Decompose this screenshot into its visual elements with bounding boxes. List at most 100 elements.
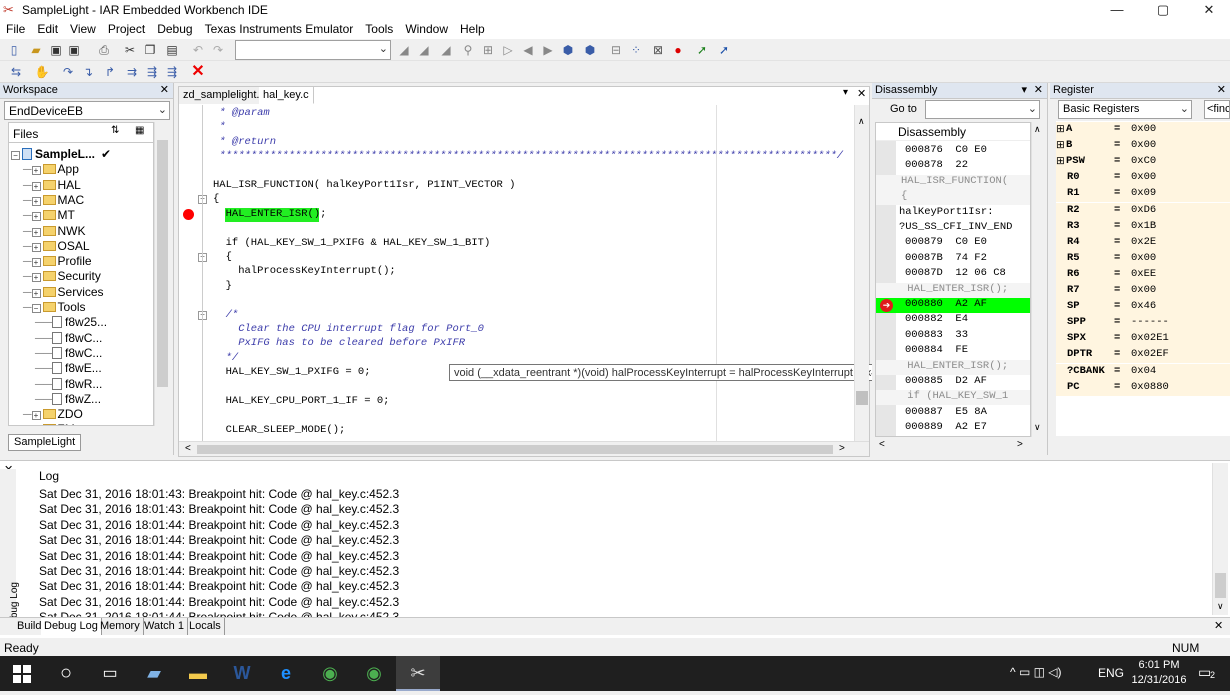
tab-zd-samplelight[interactable]: zd_samplelight.c bbox=[179, 87, 270, 104]
scroll-down-icon[interactable]: ∨ bbox=[1034, 422, 1041, 433]
step-over-icon[interactable]: ↷ bbox=[60, 64, 76, 80]
next-statement-icon[interactable]: ⇉ bbox=[124, 64, 140, 80]
close-icon[interactable]: ✕ bbox=[1217, 83, 1226, 96]
new-file-icon[interactable]: ▯ bbox=[6, 42, 22, 58]
register-row[interactable]: R6 = 0xEE bbox=[1056, 266, 1230, 283]
sort-icon[interactable]: ⇅ bbox=[111, 125, 119, 136]
print-icon[interactable]: ⎙ bbox=[96, 42, 112, 58]
tree-item[interactable]: ─ + Security bbox=[23, 269, 101, 284]
register-value[interactable]: 0xC0 bbox=[1131, 155, 1156, 167]
compile-icon[interactable]: ⬢ bbox=[560, 42, 576, 58]
log-vscrollbar[interactable]: ∨ bbox=[1212, 463, 1228, 615]
save-all-icon[interactable]: ▣ bbox=[66, 42, 82, 58]
register-value[interactable]: 0x00 bbox=[1131, 171, 1156, 183]
tab-hal-key[interactable]: hal_key.c bbox=[259, 87, 314, 104]
tab-list-icon[interactable]: ▾ bbox=[843, 87, 848, 98]
register-value[interactable]: 0x00 bbox=[1131, 123, 1156, 135]
make-icon[interactable]: ⬢ bbox=[582, 42, 598, 58]
code-line[interactable]: halProcessKeyInterrupt(); bbox=[213, 265, 396, 279]
run-to-cursor-icon[interactable]: ⇶ bbox=[144, 64, 160, 80]
close-icon[interactable]: ✕ bbox=[1214, 619, 1223, 632]
code-line[interactable]: * bbox=[213, 121, 225, 135]
menu-help[interactable]: Help bbox=[454, 20, 491, 36]
scroll-thumb[interactable] bbox=[1215, 573, 1226, 598]
register-row[interactable]: SP = 0x46 bbox=[1056, 299, 1230, 316]
register-value[interactable]: 0x02EF bbox=[1131, 348, 1169, 360]
register-row[interactable]: R4 = 0x2E bbox=[1056, 234, 1230, 251]
tree-item[interactable]: ── f8wE... bbox=[35, 361, 102, 376]
menu-ti-emulator[interactable]: Texas Instruments Emulator bbox=[199, 20, 360, 36]
register-value[interactable]: 0x46 bbox=[1131, 300, 1156, 312]
tree-item[interactable]: − SampleL... ✔ bbox=[11, 147, 111, 162]
disasm-row[interactable]: 000884 FE bbox=[876, 344, 1030, 359]
menu-tools[interactable]: Tools bbox=[359, 20, 399, 36]
disasm-row[interactable]: 000885 D2 AF bbox=[876, 375, 1030, 390]
notepad-icon[interactable]: ▰ bbox=[132, 656, 176, 691]
register-value[interactable]: 0x04 bbox=[1131, 365, 1156, 377]
next-bookmark-icon[interactable]: ◢ bbox=[438, 42, 454, 58]
collapse-icon[interactable]: − bbox=[11, 151, 20, 160]
scroll-thumb[interactable] bbox=[856, 391, 868, 405]
register-value[interactable]: 0x00 bbox=[1131, 252, 1156, 264]
paste-icon[interactable]: ▤ bbox=[164, 42, 180, 58]
disasm-row[interactable]: 000882 E4 bbox=[876, 313, 1030, 328]
tree-item[interactable]: ─ + MAC bbox=[23, 193, 84, 208]
scroll-thumb[interactable] bbox=[157, 140, 168, 387]
register-row[interactable]: SPX = 0x02E1 bbox=[1056, 331, 1230, 348]
disasm-row[interactable]: halKeyPort1Isr: bbox=[876, 206, 1030, 221]
tree-item[interactable]: ─ + ZDO bbox=[23, 407, 83, 422]
toggle-bookmark-icon[interactable]: ◢ bbox=[396, 42, 412, 58]
close-icon[interactable]: ✕ bbox=[857, 87, 866, 100]
code-line[interactable]: /* bbox=[213, 309, 239, 323]
tree-item[interactable]: ─+ZMac bbox=[23, 422, 88, 425]
clear-breakpoints-icon[interactable]: ⊠ bbox=[650, 42, 666, 58]
code-line[interactable]: * @param bbox=[213, 107, 269, 121]
breakpoint-icon[interactable] bbox=[183, 208, 194, 220]
editor-hscrollbar[interactable]: < > bbox=[179, 441, 869, 456]
language-indicator[interactable]: ENG bbox=[1098, 666, 1124, 680]
register-row[interactable]: ?CBANK = 0x04 bbox=[1056, 363, 1230, 380]
scroll-thumb[interactable] bbox=[197, 445, 833, 454]
tree-scrollbar[interactable] bbox=[154, 122, 170, 426]
register-value[interactable]: 0x00 bbox=[1131, 284, 1156, 296]
save-icon[interactable]: ▣ bbox=[48, 42, 64, 58]
close-button[interactable]: ✕ bbox=[1186, 0, 1230, 20]
code-line[interactable]: } bbox=[213, 280, 232, 294]
options-icon[interactable]: ▦ bbox=[135, 125, 144, 136]
tree-item[interactable]: ─ + OSAL bbox=[23, 239, 90, 254]
code-line[interactable]: */ bbox=[213, 352, 239, 366]
disasm-row[interactable]: 000883 33 bbox=[876, 329, 1030, 344]
find-icon[interactable]: ⚲ bbox=[460, 42, 476, 58]
disasm-row[interactable]: HAL_ISR_FUNCTION( bbox=[876, 174, 1030, 190]
code-line[interactable]: { bbox=[213, 193, 219, 207]
register-value[interactable]: 0x00 bbox=[1131, 139, 1156, 151]
disasm-row[interactable]: if (HAL_KEY_SW_1 bbox=[876, 390, 1030, 406]
reset-icon[interactable]: ⇆ bbox=[8, 64, 24, 80]
go-icon[interactable]: ⇶ bbox=[164, 64, 180, 80]
register-list[interactable]: ⊞ A = 0x00 ⊞ B = 0x00 ⊞ PSW = 0xC0 R0 = 0x00 R1 = 0x09 R2 =… bbox=[1056, 121, 1230, 436]
register-row[interactable]: ⊞ B = 0x00 bbox=[1056, 138, 1230, 155]
editor-vscrollbar[interactable]: ∧ bbox=[854, 105, 869, 441]
register-row[interactable]: R1 = 0x09 bbox=[1056, 186, 1230, 203]
code-line[interactable]: PxIFG has to be cleared before PxIFR bbox=[213, 337, 465, 351]
code-line[interactable]: if (HAL_KEY_SW_1_PXIFG & HAL_KEY_SW_1_BI… bbox=[213, 237, 491, 251]
register-row[interactable]: DPTR = 0x02EF bbox=[1056, 347, 1230, 364]
scroll-left-icon[interactable]: < bbox=[879, 439, 885, 450]
expand-icon[interactable]: + bbox=[31, 273, 41, 283]
register-value[interactable]: 0xD6 bbox=[1131, 204, 1156, 216]
tab-locals[interactable]: Locals bbox=[186, 618, 225, 635]
disasm-row[interactable]: HAL_ENTER_ISR(); bbox=[876, 282, 1030, 298]
menu-file[interactable]: File bbox=[0, 20, 31, 36]
register-value[interactable]: 0x2E bbox=[1131, 236, 1156, 248]
undo-icon[interactable]: ↶ bbox=[190, 42, 206, 58]
step-out-icon[interactable]: ↱ bbox=[102, 64, 118, 80]
menu-view[interactable]: View bbox=[64, 20, 102, 36]
register-value[interactable]: 0x09 bbox=[1131, 187, 1156, 199]
expand-icon[interactable]: + bbox=[31, 242, 41, 252]
goto-input[interactable]: ⌄ bbox=[925, 100, 1040, 119]
register-value[interactable]: ------ bbox=[1131, 316, 1169, 328]
register-row[interactable]: PC = 0x0880 bbox=[1056, 379, 1230, 396]
register-value[interactable]: 0xEE bbox=[1131, 268, 1156, 280]
prev-bookmark-icon[interactable]: ◢ bbox=[416, 42, 432, 58]
register-value[interactable]: 0x0880 bbox=[1131, 381, 1169, 393]
